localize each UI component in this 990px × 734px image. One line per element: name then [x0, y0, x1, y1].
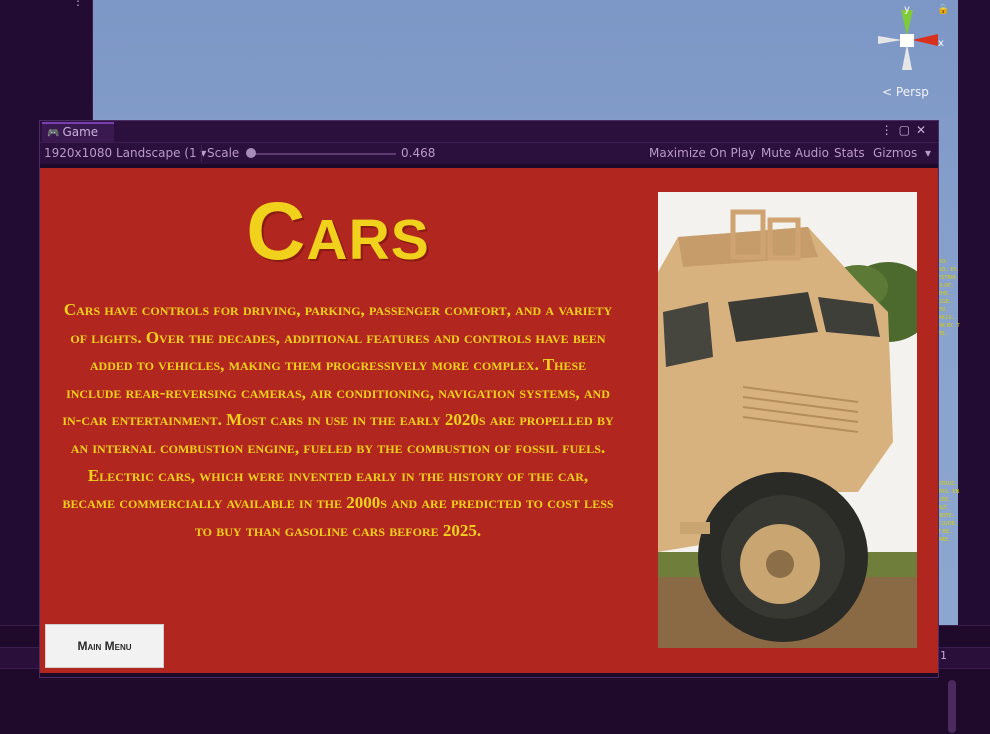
- page-title: Cars: [246, 186, 430, 277]
- lock-icon[interactable]: 🔒: [937, 4, 949, 15]
- scale-slider-track[interactable]: [250, 153, 396, 155]
- tab-game[interactable]: 🎮 Game: [42, 122, 114, 142]
- armored-vehicle-photo: [658, 192, 917, 648]
- close-icon[interactable]: ✕: [916, 123, 932, 137]
- x-axis-cone-icon: [912, 34, 938, 46]
- scrollbar[interactable]: [948, 680, 956, 733]
- scale-value: 0.468: [401, 146, 436, 160]
- game-window: 🎮 Game ⋮▢✕ 1920x1080 Landscape (1 ▾ Scale…: [39, 120, 939, 678]
- maximize-icon[interactable]: ▢: [899, 123, 916, 137]
- window-controls: ⋮▢✕: [881, 123, 932, 137]
- gamepad-icon: 🎮: [47, 128, 60, 139]
- window-menu-icon[interactable]: ⋮: [881, 123, 899, 137]
- game-view[interactable]: Cars Cars have controls for driving, par…: [40, 168, 938, 673]
- console-text-fragment: RO.. ND.. EY.. ESTRM.. IS OF.. THE.. GGE…: [938, 259, 960, 337]
- y-label: y: [904, 4, 910, 15]
- scale-label: Scale: [207, 146, 240, 160]
- item-count: 1: [940, 649, 947, 662]
- gizmos-toggle[interactable]: Gizmos: [873, 146, 917, 160]
- body-text: Cars have controls for driving, parking,…: [62, 300, 614, 540]
- console-text-fragment-2: STRUC.. TRS.. EN USE.. ALT.. NOTE.. CLUD…: [938, 481, 960, 543]
- panel-menu-icon[interactable]: ⋮: [72, 0, 84, 8]
- game-toolbar: 1920x1080 Landscape (1 ▾ Scale 0.468 Max…: [40, 142, 938, 164]
- stats-toggle[interactable]: Stats: [834, 146, 865, 160]
- neg-x-axis-cone-icon: [878, 36, 902, 44]
- scale-slider-handle[interactable]: [246, 148, 256, 158]
- tab-game-label: Game: [62, 125, 99, 139]
- maximize-on-play-toggle[interactable]: Maximize On Play: [649, 146, 756, 160]
- toolbar-divider: [201, 145, 202, 162]
- gizmos-dropdown-icon[interactable]: ▾: [925, 146, 931, 160]
- game-tabbar: 🎮 Game ⋮▢✕: [40, 121, 938, 142]
- center-cube-icon: [900, 34, 914, 47]
- persp-arrow-icon: <: [882, 85, 893, 99]
- resolution-label: 1920x1080 Landscape (1: [44, 146, 197, 160]
- persp-text: Persp: [895, 85, 929, 99]
- x-label: x: [938, 38, 944, 49]
- resolution-dropdown[interactable]: 1920x1080 Landscape (1 ▾: [44, 146, 206, 160]
- neg-y-axis-cone-icon: [902, 44, 912, 70]
- main-menu-button[interactable]: Main Menu: [45, 624, 164, 668]
- mute-audio-toggle[interactable]: Mute Audio: [761, 146, 829, 160]
- inspector-strip: [958, 0, 990, 733]
- projection-label[interactable]: < Persp: [882, 85, 929, 99]
